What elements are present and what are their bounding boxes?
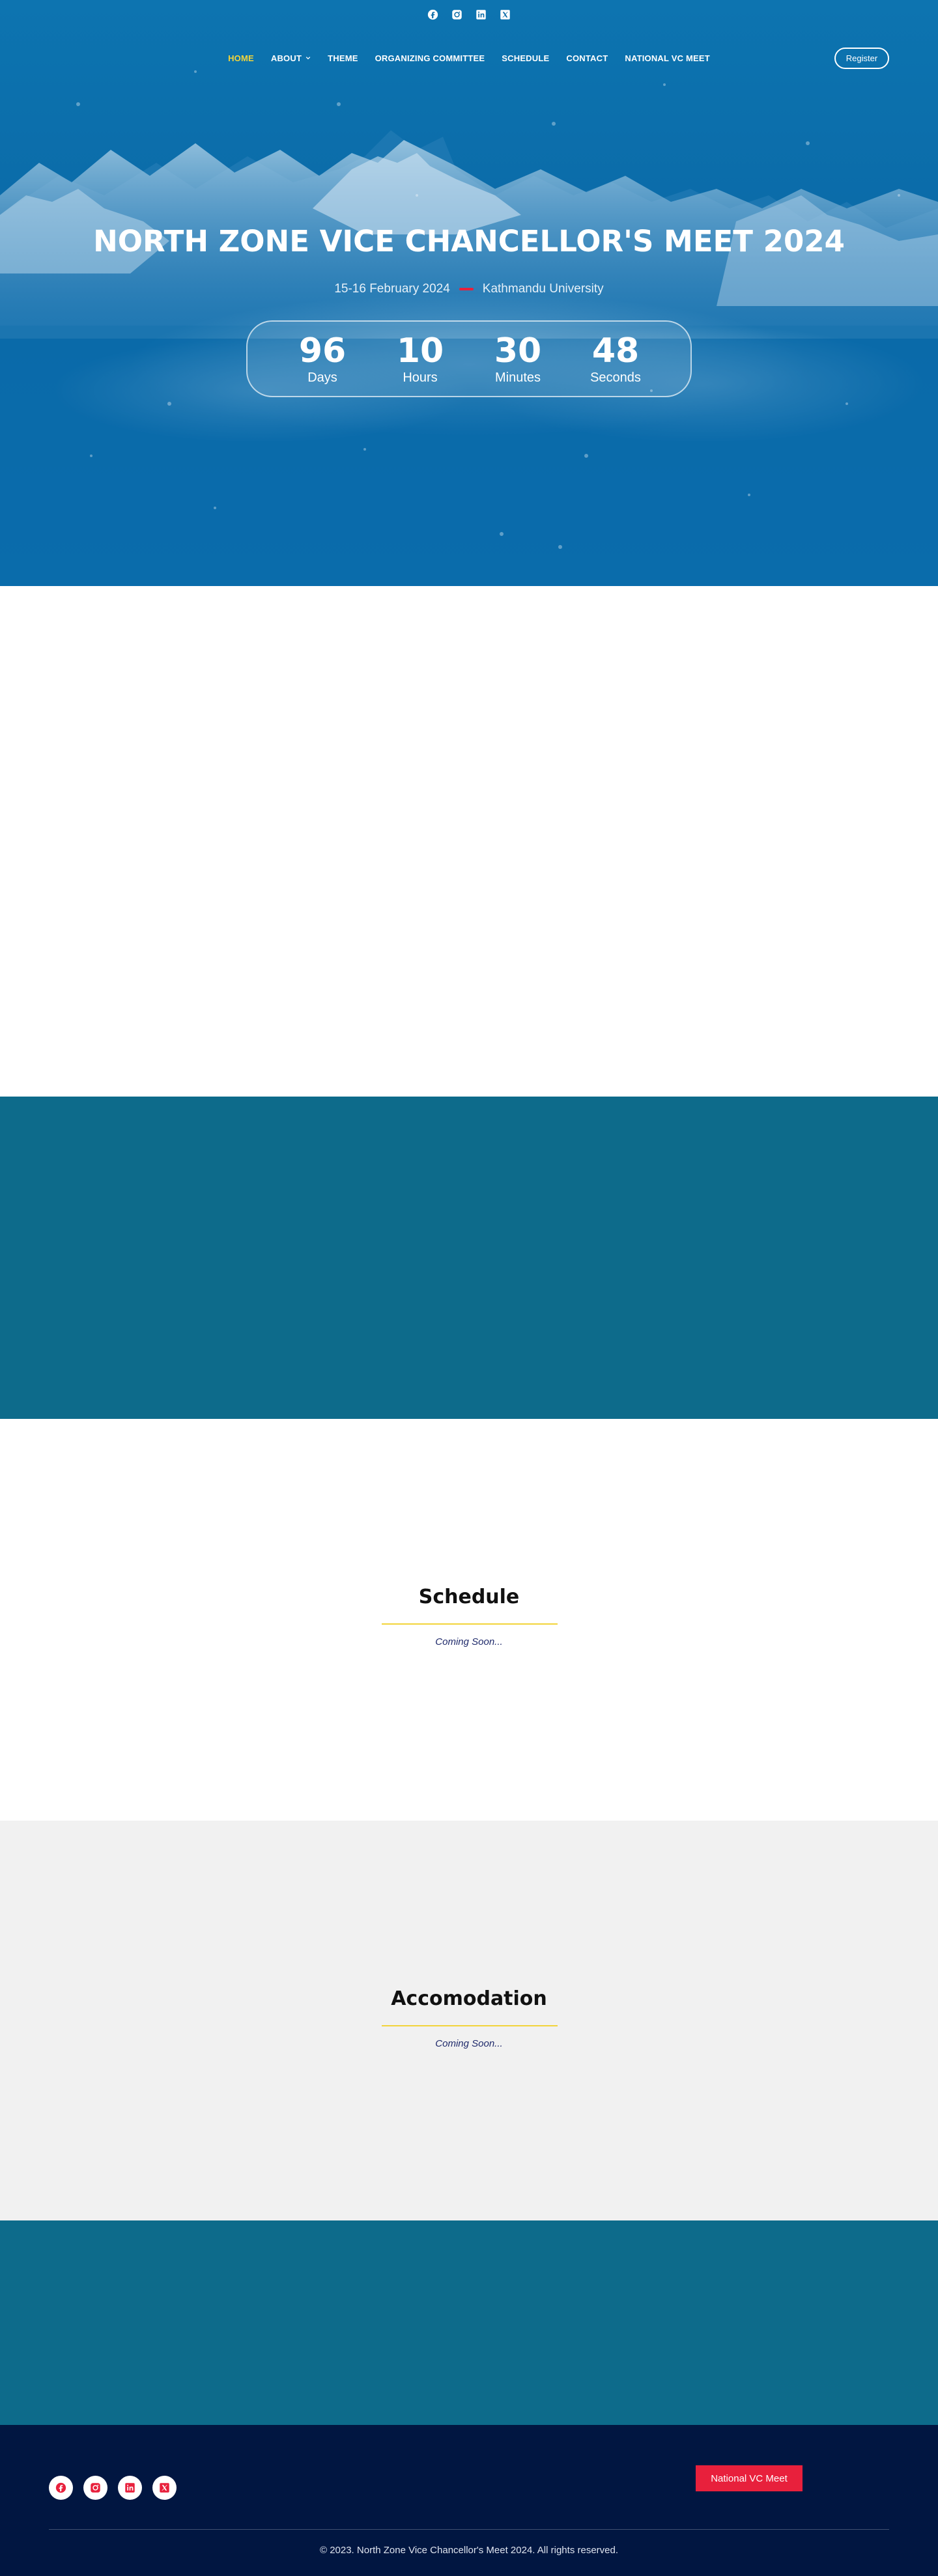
accommodation-divider — [382, 2025, 558, 2026]
countdown-value: 48 — [591, 331, 640, 371]
main-nav: HOME ABOUT THEME ORGANIZING COMMITTEE SC… — [0, 51, 938, 65]
instagram-icon[interactable] — [451, 9, 462, 20]
copyright-text: © 2023. North Zone Vice Chancellor's Mee… — [319, 2545, 619, 2556]
teal-section — [0, 1097, 938, 1419]
register-button[interactable]: Register — [834, 48, 889, 69]
nav-item-theme[interactable]: THEME — [328, 51, 358, 65]
separator-dash — [459, 288, 474, 290]
countdown-days: 96 Days — [283, 332, 362, 385]
countdown-label: Seconds — [590, 371, 641, 385]
countdown-seconds: 48 Seconds — [576, 332, 655, 385]
footer-divider — [49, 2529, 889, 2530]
chevron-down-icon — [306, 57, 311, 60]
countdown-value: 30 — [494, 331, 542, 371]
nav-item-national-vc-meet[interactable]: NATIONAL VC MEET — [625, 51, 710, 65]
facebook-icon[interactable] — [49, 2476, 73, 2500]
countdown-timer: 96 Days 10 Hours 30 Minutes 48 Seconds — [246, 320, 692, 397]
footer: National VC Meet © 2023. North Zone Vice… — [0, 2425, 938, 2576]
event-date: 15-16 February 2024 — [334, 282, 450, 296]
accommodation-heading: Accomodation — [391, 1987, 547, 2010]
accommodation-section: Accomodation Coming Soon... — [0, 1821, 938, 2220]
linkedin-icon[interactable] — [118, 2476, 142, 2500]
countdown-hours: 10 Hours — [381, 332, 459, 385]
nav-item-about[interactable]: ABOUT — [271, 51, 311, 65]
event-venue: Kathmandu University — [482, 282, 604, 296]
countdown-label: Hours — [403, 371, 438, 385]
hero-section: HOME ABOUT THEME ORGANIZING COMMITTEE SC… — [0, 0, 938, 586]
instagram-icon[interactable] — [83, 2476, 107, 2500]
teal-section-bottom — [0, 2220, 938, 2425]
schedule-section: Schedule Coming Soon... — [0, 1419, 938, 1821]
countdown-minutes: 30 Minutes — [479, 332, 557, 385]
schedule-status: Coming Soon... — [435, 1636, 503, 1647]
facebook-icon[interactable] — [427, 9, 438, 20]
x-icon[interactable] — [152, 2476, 177, 2500]
content-section-blank — [0, 586, 938, 1097]
event-info: 15-16 February 2024 Kathmandu University — [0, 282, 938, 296]
nav-item-schedule[interactable]: SCHEDULE — [502, 51, 549, 65]
nav-item-home[interactable]: HOME — [228, 51, 254, 65]
top-social-links — [0, 9, 938, 20]
countdown-value: 10 — [396, 331, 444, 371]
nav-item-organizing-committee[interactable]: ORGANIZING COMMITTEE — [375, 51, 485, 65]
hero-title: NORTH ZONE VICE CHANCELLOR'S MEET 2024 — [93, 224, 845, 259]
national-vc-meet-button[interactable]: National VC Meet — [696, 2465, 803, 2491]
countdown-value: 96 — [298, 331, 347, 371]
countdown-label: Minutes — [494, 371, 541, 385]
x-icon[interactable] — [500, 9, 511, 20]
linkedin-icon[interactable] — [476, 9, 487, 20]
nav-item-label: ABOUT — [270, 53, 302, 63]
nav-item-contact[interactable]: CONTACT — [566, 51, 608, 65]
schedule-heading: Schedule — [418, 1586, 520, 1608]
countdown-label: Days — [307, 371, 337, 385]
footer-social-links — [49, 2476, 177, 2500]
accommodation-status: Coming Soon... — [435, 2038, 503, 2049]
schedule-divider — [382, 1623, 558, 1625]
